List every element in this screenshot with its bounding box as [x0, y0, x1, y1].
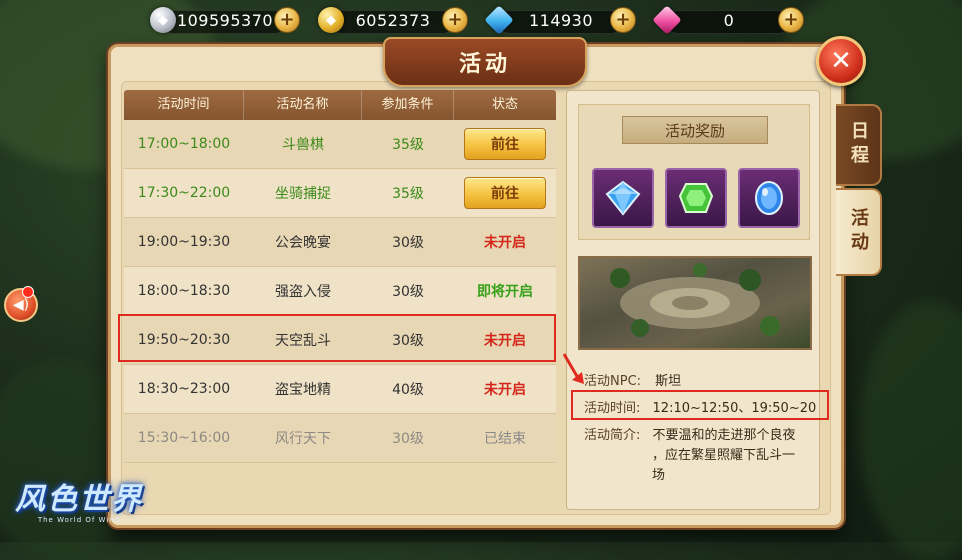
notification-dot [22, 286, 34, 298]
reward-slot[interactable] [665, 168, 727, 228]
intro-text-3: 场 [652, 468, 666, 483]
header-name: 活动名称 [244, 90, 362, 120]
row-time: 19:00~19:30 [137, 234, 231, 250]
row-level: 40级 [392, 382, 424, 398]
add-pink-diamond-button[interactable]: + [778, 7, 804, 33]
row-time: 17:00~18:00 [137, 136, 231, 152]
row-status: 未开启 [484, 382, 526, 398]
row-name: 坐骑捕捉 [275, 186, 331, 202]
row-level: 35级 [392, 137, 424, 153]
blue-orb-icon [755, 181, 783, 215]
game-logo: 风色世界 The World Of Wind [14, 470, 144, 528]
row-level: 30级 [392, 284, 424, 300]
go-button[interactable]: 前往 [464, 177, 546, 209]
reward-slot[interactable] [592, 168, 654, 228]
currency-value: 114930 [528, 10, 594, 30]
npc-value: 斯坦 [655, 374, 682, 389]
header-time: 活动时间 [124, 90, 244, 120]
logo-subtitle: The World Of Wind [37, 516, 121, 524]
red-arrow-icon [562, 353, 584, 384]
silver-coin-icon: ◆ [150, 7, 176, 33]
table-body: 17:00~18:00 斗兽棋 35级 前往 17:30~22:00 坐骑捕捉 … [124, 120, 556, 463]
table-header: 活动时间 活动名称 参加条件 状态 [124, 90, 556, 120]
green-gem-icon [678, 183, 714, 213]
row-time: 15:30~16:00 [137, 430, 231, 446]
activity-preview-image [578, 256, 812, 350]
currency-value: 6052373 [355, 10, 431, 30]
highlight-box-row [118, 314, 556, 362]
row-status: 未开启 [484, 235, 526, 251]
row-time: 17:30~22:00 [137, 185, 231, 201]
intro-text-1: 不要温和的走进那个良夜 [652, 428, 796, 443]
row-time: 18:00~18:30 [137, 283, 231, 299]
currency-bar: ◆ 109595370 + ◆ 6052373 + 114930 + 0 + [150, 5, 804, 38]
add-diamond-button[interactable]: + [610, 7, 636, 33]
panel-title-plate: 活动 [383, 37, 587, 87]
table-row[interactable]: 18:00~18:30 强盗入侵 30级 即将开启 [124, 267, 556, 316]
row-level: 30级 [392, 235, 424, 251]
table-row[interactable]: 17:30~22:00 坐骑捕捉 35级 前往 [124, 169, 556, 218]
table-row[interactable]: 17:00~18:00 斗兽棋 35级 前往 [124, 120, 556, 169]
activity-table: 活动时间 活动名称 参加条件 状态 17:00~18:00 斗兽棋 35级 前往… [124, 90, 556, 463]
intro-label: 活动简介: [584, 428, 641, 443]
row-level: 30级 [392, 431, 424, 447]
blue-gem-icon [605, 180, 641, 216]
intro-line: 活动简介: 不要温和的走进那个良夜 [584, 424, 814, 443]
background-foliage [860, 300, 962, 560]
row-name: 强盗入侵 [275, 284, 331, 300]
currency-pink-diamond: 0 + [652, 5, 804, 35]
go-button[interactable]: 前往 [464, 128, 546, 160]
panel-title: 活动 [458, 52, 511, 77]
row-level: 35级 [392, 186, 424, 202]
header-level: 参加条件 [362, 90, 454, 120]
currency-diamond: 114930 + [484, 5, 636, 35]
row-status: 即将开启 [477, 284, 533, 300]
header-status: 状态 [491, 97, 518, 112]
intro-text-2: ，应在繁星照耀下乱斗一 [652, 448, 796, 463]
table-row[interactable]: 19:00~19:30 公会晚宴 30级 未开启 [124, 218, 556, 267]
row-name: 公会晚宴 [275, 235, 331, 251]
tab-activity[interactable]: 活动 [836, 188, 882, 276]
reward-slot[interactable] [738, 168, 800, 228]
highlight-box-time [571, 390, 829, 420]
table-row[interactable]: 18:30~23:00 盗宝地精 40级 未开启 [124, 365, 556, 414]
currency-value: 109595370 [176, 10, 274, 30]
npc-line: 活动NPC: 斯坦 [584, 370, 681, 389]
currency-value: 0 [723, 10, 735, 30]
row-name: 风行天下 [275, 431, 331, 447]
row-name: 斗兽棋 [282, 137, 324, 153]
row-name: 盗宝地精 [275, 382, 331, 398]
npc-label: 活动NPC: [584, 374, 642, 389]
close-button[interactable]: ✕ [816, 36, 866, 86]
currency-silver: ◆ 109595370 + [150, 6, 300, 34]
close-icon: ✕ [830, 46, 852, 76]
row-status: 已结束 [484, 431, 526, 447]
currency-gold: ◆ 6052373 + [318, 6, 468, 34]
logo-title: 风色世界 [15, 482, 143, 517]
table-row[interactable]: 15:30~16:00 风行天下 30级 已结束 [124, 414, 556, 463]
rewards-title: 活动奖励 [622, 116, 768, 144]
add-gold-button[interactable]: + [442, 7, 468, 33]
gold-coin-icon: ◆ [318, 7, 344, 33]
row-time: 18:30~23:00 [137, 381, 231, 397]
add-silver-button[interactable]: + [274, 7, 300, 33]
tab-schedule[interactable]: 日程 [836, 104, 882, 186]
